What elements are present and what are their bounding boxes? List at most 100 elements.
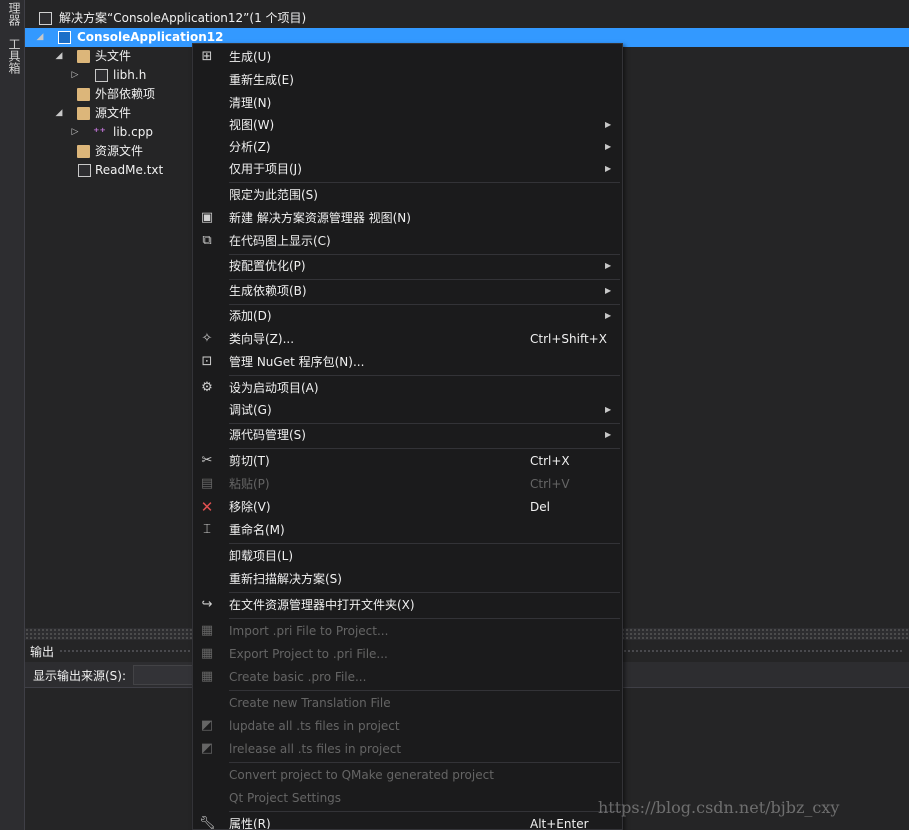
- menu-item-import-pri[interactable]: ▦ Import .pri File to Project...: [193, 620, 622, 642]
- submenu-arrow-icon: ▶: [605, 286, 612, 295]
- menu-item-label: Import .pri File to Project...: [229, 624, 389, 638]
- menu-item-rename[interactable]: ⌶ 重命名(M): [193, 519, 622, 541]
- menu-item-properties[interactable]: 🔧︎ 属性(R) Alt+Enter: [193, 813, 622, 830]
- menu-item-convert-qmake[interactable]: Convert project to QMake generated proje…: [193, 764, 622, 786]
- new-view-icon: ▣: [200, 210, 214, 225]
- menu-item-open-in-explorer[interactable]: ↪ 在文件资源管理器中打开文件夹(X): [193, 594, 622, 616]
- rename-icon: ⌶: [203, 522, 211, 537]
- submenu-arrow-icon: ▶: [605, 311, 612, 320]
- menu-item-label: 粘贴(P): [229, 477, 270, 491]
- menu-item-debug[interactable]: 调试(G) ▶: [193, 399, 622, 421]
- menu-item-paste[interactable]: ▤ 粘贴(P) Ctrl+V: [193, 473, 622, 495]
- menu-item-add[interactable]: 添加(D) ▶: [193, 305, 622, 327]
- side-tab-solution-explorer[interactable]: 理器: [4, 2, 21, 26]
- collapse-arrow-icon[interactable]: ◢: [54, 47, 64, 66]
- menu-item-label: lrelease all .ts files in project: [229, 742, 402, 756]
- menu-item-shortcut: Alt+Enter: [530, 817, 589, 830]
- menu-item-create-translation[interactable]: Create new Translation File: [193, 692, 622, 714]
- menu-item-label: 清理(N): [229, 96, 272, 110]
- menu-separator: [229, 592, 620, 593]
- menu-item-label: 生成依赖项(B): [229, 284, 307, 298]
- menu-item-label: 属性(R): [229, 817, 271, 830]
- project-context-menu: ⊞ 生成(U) 重新生成(E) 清理(N) 视图(W) ▶ 分析(Z) ▶ 仅用…: [192, 43, 623, 830]
- menu-item-unload-project[interactable]: 卸载项目(L): [193, 545, 622, 567]
- tree-item-label: 外部依赖项: [95, 87, 156, 101]
- wrench-icon: 🔧︎: [199, 816, 216, 830]
- menu-item-label: 调试(G): [229, 403, 272, 417]
- folder-icon: [77, 145, 90, 158]
- class-wizard-icon: ✧: [201, 331, 213, 346]
- menu-item-show-on-code-map[interactable]: ⧉ 在代码图上显示(C): [193, 230, 622, 252]
- watermark: https://blog.csdn.net/bjbz_cxy: [598, 798, 840, 817]
- menu-item-pgo[interactable]: 按配置优化(P) ▶: [193, 255, 622, 277]
- collapse-arrow-icon[interactable]: ◢: [35, 28, 45, 47]
- menu-item-label: 剪切(T): [229, 454, 270, 468]
- menu-item-label: 限定为此范围(S): [229, 188, 318, 202]
- menu-item-clean[interactable]: 清理(N): [193, 92, 622, 114]
- menu-item-manage-nuget[interactable]: ⊡ 管理 NuGet 程序包(N)...: [193, 351, 622, 373]
- menu-item-label: Create basic .pro File...: [229, 670, 367, 684]
- menu-item-qt-settings[interactable]: Qt Project Settings: [193, 787, 622, 809]
- menu-item-label: 分析(Z): [229, 140, 271, 154]
- menu-item-label: 在代码图上显示(C): [229, 234, 331, 248]
- menu-item-scope-to-this[interactable]: 限定为此范围(S): [193, 184, 622, 206]
- tree-item-label: 资源文件: [95, 144, 144, 158]
- menu-item-export-pri[interactable]: ▦ Export Project to .pri File...: [193, 643, 622, 665]
- menu-item-lupdate[interactable]: ◩ lupdate all .ts files in project: [193, 715, 622, 737]
- cpp-file-icon: ⁺⁺: [93, 125, 106, 139]
- solution-icon: [39, 12, 52, 25]
- menu-item-build-dependencies[interactable]: 生成依赖项(B) ▶: [193, 280, 622, 302]
- collapse-arrow-icon[interactable]: ◢: [54, 104, 64, 123]
- tree-item-label: lib.cpp: [113, 125, 153, 139]
- menu-item-source-control[interactable]: 源代码管理(S) ▶: [193, 424, 622, 446]
- menu-item-remove[interactable]: ✕ 移除(V) Del: [193, 496, 622, 518]
- menu-item-label: 仅用于项目(J): [229, 162, 302, 176]
- lupdate-icon: ◩: [200, 718, 214, 733]
- menu-item-label: 重命名(M): [229, 523, 285, 537]
- menu-separator: [229, 448, 620, 449]
- output-title: 输出: [30, 645, 55, 659]
- output-source-label: 显示输出来源(S):: [33, 669, 127, 683]
- menu-item-shortcut: Ctrl+V: [530, 477, 570, 491]
- menu-item-label: Qt Project Settings: [229, 791, 342, 805]
- menu-item-label: 管理 NuGet 程序包(N)...: [229, 355, 365, 369]
- tree-item-label: libh.h: [113, 68, 147, 82]
- lrelease-icon: ◩: [200, 741, 214, 756]
- menu-item-rebuild[interactable]: 重新生成(E): [193, 69, 622, 91]
- pro-file-icon: ▦: [200, 669, 214, 684]
- menu-item-shortcut: Ctrl+X: [530, 454, 570, 468]
- menu-item-label: 新建 解决方案资源管理器 视图(N): [229, 211, 411, 225]
- menu-item-view[interactable]: 视图(W) ▶: [193, 114, 622, 136]
- menu-item-label: 按配置优化(P): [229, 259, 306, 273]
- folder-icon: [77, 107, 90, 120]
- side-tab-toolbox[interactable]: 工具箱: [4, 38, 21, 74]
- menu-item-project-only[interactable]: 仅用于项目(J) ▶: [193, 158, 622, 180]
- menu-item-cut[interactable]: ✂ 剪切(T) Ctrl+X: [193, 450, 622, 472]
- folder-icon: [77, 50, 90, 63]
- vc-project-icon: [58, 31, 71, 44]
- menu-item-label: 卸载项目(L): [229, 549, 294, 563]
- menu-item-create-pro[interactable]: ▦ Create basic .pro File...: [193, 666, 622, 688]
- menu-item-lrelease[interactable]: ◩ lrelease all .ts files in project: [193, 738, 622, 760]
- expand-arrow-icon[interactable]: ▷: [70, 66, 80, 85]
- menu-item-shortcut: Del: [530, 500, 550, 514]
- menu-separator: [229, 182, 620, 183]
- expand-arrow-icon[interactable]: ▷: [70, 123, 80, 142]
- submenu-arrow-icon: ▶: [605, 261, 612, 270]
- menu-item-set-startup[interactable]: ⚙ 设为启动项目(A): [193, 377, 622, 399]
- paste-icon: ▤: [200, 476, 214, 491]
- menu-item-label: 添加(D): [229, 309, 272, 323]
- tree-item-label: 源文件: [95, 106, 132, 120]
- menu-item-class-wizard[interactable]: ✧ 类向导(Z)... Ctrl+Shift+X: [193, 328, 622, 350]
- tree-row-solution[interactable]: 解决方案“ConsoleApplication12”(1 个项目): [25, 9, 909, 28]
- menu-item-label: 重新扫描解决方案(S): [229, 572, 342, 586]
- menu-item-analyze[interactable]: 分析(Z) ▶: [193, 136, 622, 158]
- menu-item-new-explorer-view[interactable]: ▣ 新建 解决方案资源管理器 视图(N): [193, 207, 622, 229]
- submenu-arrow-icon: ▶: [605, 164, 612, 173]
- menu-item-build[interactable]: ⊞ 生成(U): [193, 46, 622, 68]
- external-deps-icon: [77, 88, 90, 101]
- menu-item-label: lupdate all .ts files in project: [229, 719, 400, 733]
- menu-item-rescan-solution[interactable]: 重新扫描解决方案(S): [193, 568, 622, 590]
- build-icon: ⊞: [201, 49, 213, 64]
- menu-separator: [229, 618, 620, 619]
